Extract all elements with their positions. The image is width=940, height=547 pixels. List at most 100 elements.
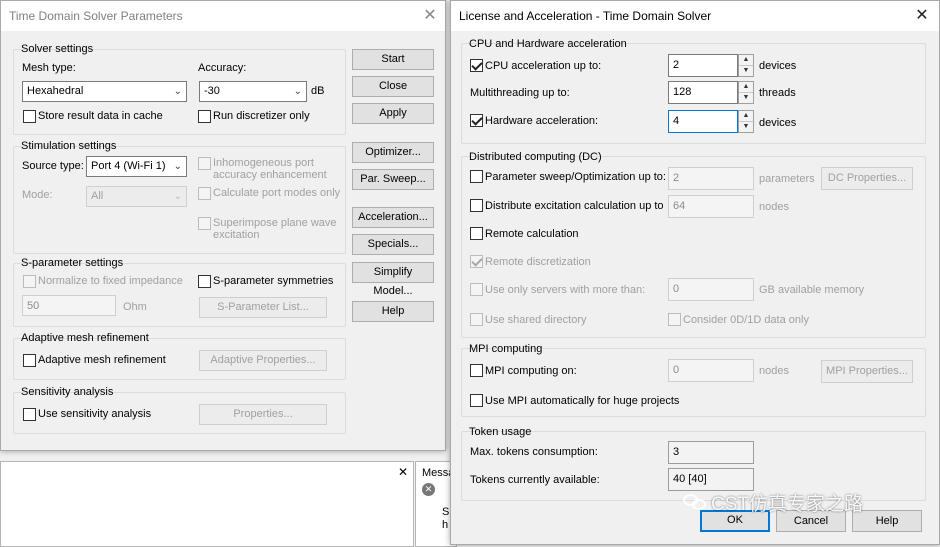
sparameter-symmetries-checkbox[interactable] xyxy=(198,275,211,288)
shared-directory-checkbox[interactable] xyxy=(470,313,483,326)
help-button[interactable]: Help xyxy=(352,301,434,322)
max-tokens-label: Max. tokens consumption: xyxy=(470,446,598,458)
background-snippet: S xyxy=(442,506,450,518)
sensitivity-heading: Sensitivity analysis xyxy=(21,386,114,398)
chevron-down-icon: ⌄ xyxy=(173,161,182,172)
mesh-type-select[interactable]: Hexahedral ⌄ xyxy=(22,81,187,102)
remote-discretization-label: Remote discretization xyxy=(485,256,591,268)
mesh-type-label: Mesh type: xyxy=(22,62,76,74)
background-error-icon: ✕ xyxy=(422,483,435,496)
adaptive-properties-button[interactable]: Adaptive Properties... xyxy=(199,350,327,371)
specials-button[interactable]: Specials... xyxy=(352,234,434,255)
inhomogeneous-port-label-2: accuracy enhancement xyxy=(213,169,327,181)
hardware-acceleration-label: Hardware acceleration: xyxy=(485,115,599,127)
mpi-computing-input[interactable]: 0 xyxy=(668,359,754,382)
mpi-properties-button[interactable]: MPI Properties... xyxy=(821,360,913,383)
adaptive-mesh-checkbox[interactable] xyxy=(23,354,36,367)
apply-button[interactable]: Apply xyxy=(352,103,434,124)
sensitivity-checkbox[interactable] xyxy=(23,408,36,421)
superimpose-checkbox[interactable] xyxy=(198,217,211,230)
background-output-pane xyxy=(0,461,414,547)
license-dialog-close-icon[interactable]: ✕ xyxy=(911,5,933,27)
hardware-acceleration-checkbox[interactable] xyxy=(470,114,483,127)
remote-discretization-checkbox[interactable] xyxy=(470,255,483,268)
optimizer-button[interactable]: Optimizer... xyxy=(352,142,434,163)
cpu-acceleration-unit: devices xyxy=(759,60,797,72)
shared-directory-label: Use shared directory xyxy=(485,314,587,326)
param-sweep-input[interactable]: 2 xyxy=(668,167,754,190)
mode-label: Mode: xyxy=(22,189,53,201)
simplify-model-button[interactable]: Simplify Model... xyxy=(352,262,434,297)
remote-calculation-label: Remote calculation xyxy=(485,228,579,240)
param-sweep-unit: parameters xyxy=(759,173,815,185)
license-dialog-title: License and Acceleration - Time Domain S… xyxy=(459,9,712,23)
cpu-acceleration-checkbox[interactable] xyxy=(470,59,483,72)
sparameter-list-button[interactable]: S-Parameter List... xyxy=(199,297,327,318)
param-sweep-checkbox[interactable] xyxy=(470,170,483,183)
down-arrow-icon[interactable]: ▼ xyxy=(739,65,753,76)
only-servers-input[interactable]: 0 xyxy=(668,278,754,301)
multithreading-unit: threads xyxy=(759,87,796,99)
hardware-acceleration-input[interactable]: 4 xyxy=(668,110,738,133)
sparameter-symmetries-label: S-parameter symmetries xyxy=(213,275,334,287)
mpi-computing-heading: MPI computing xyxy=(469,343,543,355)
acceleration-button[interactable]: Acceleration... xyxy=(352,207,434,228)
background-close-icon[interactable]: ✕ xyxy=(398,465,408,479)
mesh-type-value: Hexahedral xyxy=(27,85,84,97)
down-arrow-icon[interactable]: ▼ xyxy=(739,121,753,132)
only-servers-checkbox[interactable] xyxy=(470,283,483,296)
background-snippet: h xyxy=(442,519,449,531)
consider-0d1d-label: Consider 0D/1D data only xyxy=(683,314,809,326)
distribute-excitation-label: Distribute excitation calculation up to xyxy=(485,200,664,212)
mpi-computing-unit: nodes xyxy=(759,365,789,377)
adaptive-mesh-heading: Adaptive mesh refinement xyxy=(21,332,149,344)
cancel-button[interactable]: Cancel xyxy=(776,510,846,532)
remote-calculation-checkbox[interactable] xyxy=(470,227,483,240)
impedance-input[interactable]: 50 xyxy=(22,295,116,316)
cpu-acceleration-input[interactable]: 2 xyxy=(668,54,738,77)
consider-0d1d-checkbox[interactable] xyxy=(668,313,681,326)
par-sweep-button[interactable]: Par. Sweep... xyxy=(352,169,434,190)
solver-dialog-close-icon[interactable]: ✕ xyxy=(419,5,441,27)
mode-select[interactable]: All ⌄ xyxy=(86,186,187,207)
mpi-computing-checkbox[interactable] xyxy=(470,364,483,377)
run-discretizer-checkbox[interactable] xyxy=(198,110,211,123)
sensitivity-properties-button[interactable]: Properties... xyxy=(199,404,327,425)
chevron-down-icon: ⌄ xyxy=(173,191,182,202)
dc-properties-button[interactable]: DC Properties... xyxy=(821,167,913,190)
token-usage-heading: Token usage xyxy=(469,426,532,438)
up-arrow-icon[interactable]: ▲ xyxy=(739,55,753,65)
only-servers-unit: GB available memory xyxy=(759,284,865,296)
accuracy-select[interactable]: -30 ⌄ xyxy=(199,81,307,102)
accuracy-value: -30 xyxy=(204,85,220,97)
cpu-acceleration-label: CPU acceleration up to: xyxy=(485,60,602,72)
multithreading-spinner[interactable]: ▲ ▼ xyxy=(738,81,754,104)
hardware-acceleration-spinner[interactable]: ▲ ▼ xyxy=(738,110,754,133)
license-help-button[interactable]: Help xyxy=(852,510,922,532)
run-discretizer-label: Run discretizer only xyxy=(213,110,310,122)
tokens-available-value: 40 [40] xyxy=(668,468,754,491)
up-arrow-icon[interactable]: ▲ xyxy=(739,82,753,92)
cpu-acceleration-spinner[interactable]: ▲ ▼ xyxy=(738,54,754,77)
inhomogeneous-port-checkbox[interactable] xyxy=(198,157,211,170)
tokens-available-label: Tokens currently available: xyxy=(470,474,600,486)
multithreading-input[interactable]: 128 xyxy=(668,81,738,104)
impedance-unit: Ohm xyxy=(123,301,147,313)
stimulation-settings-heading: Stimulation settings xyxy=(21,140,117,152)
distribute-excitation-checkbox[interactable] xyxy=(470,199,483,212)
ok-button[interactable]: OK xyxy=(700,510,770,532)
source-type-select[interactable]: Port 4 (Wi-Fi 1) ⌄ xyxy=(86,156,187,177)
sparameter-settings-heading: S-parameter settings xyxy=(21,257,124,269)
normalize-impedance-checkbox[interactable] xyxy=(23,275,36,288)
distributed-computing-heading: Distributed computing (DC) xyxy=(469,151,602,163)
start-button[interactable]: Start xyxy=(352,49,434,70)
distribute-excitation-input[interactable]: 64 xyxy=(668,195,754,218)
up-arrow-icon[interactable]: ▲ xyxy=(739,111,753,121)
store-result-checkbox[interactable] xyxy=(23,110,36,123)
distribute-excitation-unit: nodes xyxy=(759,201,789,213)
calc-port-modes-checkbox[interactable] xyxy=(198,187,211,200)
mpi-auto-checkbox[interactable] xyxy=(470,394,483,407)
close-button[interactable]: Close xyxy=(352,76,434,97)
down-arrow-icon[interactable]: ▼ xyxy=(739,92,753,103)
mpi-computing-label: MPI computing on: xyxy=(485,365,577,377)
